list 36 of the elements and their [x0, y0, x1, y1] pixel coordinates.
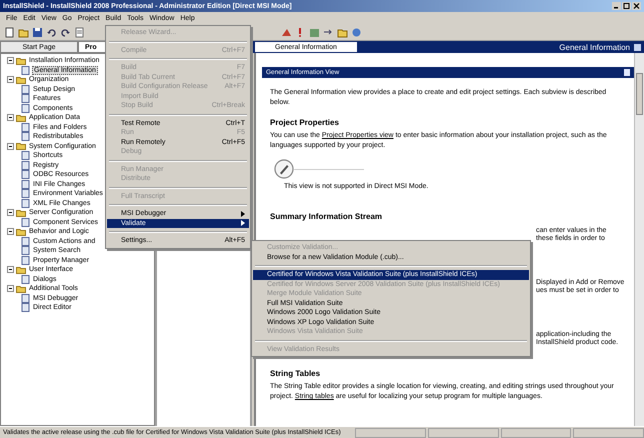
status-panel — [355, 428, 426, 438]
status-panel — [428, 428, 498, 438]
folder-icon[interactable] — [337, 26, 348, 38]
folder-icon — [16, 114, 26, 122]
view-caption: General Information — [559, 42, 630, 52]
collapse-icon[interactable] — [7, 142, 14, 150]
folder-icon — [16, 142, 26, 150]
minimize-icon[interactable] — [612, 2, 621, 10]
status-panel — [573, 428, 644, 438]
collapse-icon[interactable] — [7, 114, 14, 122]
collapse-icon[interactable] — [7, 209, 14, 216]
scrollbar[interactable] — [634, 53, 644, 426]
folder-icon — [16, 284, 26, 293]
section-heading: String Tables — [270, 369, 322, 378]
collapse-icon[interactable] — [7, 266, 14, 274]
maximize-icon[interactable] — [622, 2, 631, 10]
document-icon[interactable] — [74, 26, 85, 38]
close-icon[interactable] — [632, 2, 641, 10]
redo-icon[interactable] — [60, 26, 71, 38]
undo-icon[interactable] — [46, 26, 57, 38]
folder-icon — [16, 266, 26, 274]
section-heading: Project Properties — [270, 118, 340, 127]
collapse-icon[interactable] — [7, 285, 14, 292]
save-icon[interactable] — [32, 26, 43, 38]
collapse-icon[interactable] — [7, 57, 14, 64]
pencil-icon — [274, 159, 294, 179]
folder-icon — [16, 208, 26, 217]
status-panel — [500, 428, 572, 438]
folder-icon[interactable] — [18, 26, 29, 38]
folder-icon — [16, 56, 26, 65]
folder-icon — [16, 76, 26, 84]
new-file-icon[interactable] — [4, 26, 15, 38]
collapse-icon[interactable] — [7, 228, 14, 236]
collapse-icon[interactable] — [7, 76, 14, 84]
section-heading: Summary Information Stream — [270, 212, 384, 221]
folder-icon — [16, 228, 26, 236]
